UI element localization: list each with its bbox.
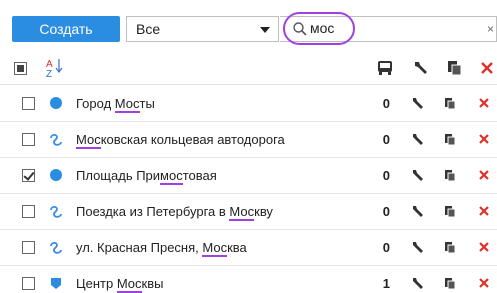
label-suffix: кву [254, 204, 273, 219]
label-prefix: Поездка из Петербурга в [76, 204, 230, 219]
search-match: Мос [202, 240, 228, 257]
list-item-label[interactable]: Город Мосты [76, 96, 155, 113]
label-prefix: Площадь При [76, 168, 161, 183]
edit-wrench-icon[interactable] [410, 167, 426, 183]
create-button[interactable]: Создать [12, 16, 120, 42]
route-icon [48, 239, 64, 255]
filter-select-value: Все [136, 21, 161, 37]
delete-icon[interactable] [476, 167, 492, 183]
delete-icon[interactable] [476, 203, 492, 219]
list-item[interactable]: Поездка из Петербурга в Москву 0 [0, 194, 497, 230]
search-match: Мос [116, 276, 142, 293]
select-all-checkbox[interactable] [14, 62, 27, 75]
list-item-label[interactable]: Поездка из Петербурга в Москву [76, 204, 273, 221]
clear-search-icon[interactable]: × [487, 22, 494, 36]
transport-count: 1 [382, 276, 390, 291]
edit-wrench-icon[interactable] [410, 203, 426, 219]
transport-count: 0 [382, 240, 390, 255]
sort-alpha-icon[interactable]: A Z [44, 56, 66, 78]
label-prefix: Город [76, 96, 115, 111]
label-suffix: ты [139, 96, 155, 111]
copy-icon[interactable] [442, 203, 458, 219]
edit-wrench-icon[interactable] [410, 275, 426, 291]
transport-count: 0 [382, 168, 390, 183]
row-checkbox[interactable] [22, 205, 35, 218]
label-suffix: ковская кольцевая автодорога [100, 132, 285, 147]
edit-wrench-icon[interactable] [410, 95, 426, 111]
row-checkbox[interactable] [22, 133, 35, 146]
search-input-value[interactable]: мос [310, 20, 334, 36]
list-item-label[interactable]: Площадь Примостовая [76, 168, 217, 185]
route-icon [48, 203, 64, 219]
wrench-icon [415, 62, 427, 74]
label-prefix: Центр [76, 276, 117, 291]
copy-icon[interactable] [442, 95, 458, 111]
label-suffix: ква [227, 240, 247, 255]
copy-icon[interactable] [442, 239, 458, 255]
transport-count: 0 [382, 132, 390, 147]
list-item-label[interactable]: Московская кольцевая автодорога [76, 132, 285, 149]
label-suffix: квы [141, 276, 164, 291]
row-checkbox[interactable] [22, 169, 35, 182]
transport-count: 0 [382, 204, 390, 219]
row-checkbox[interactable] [22, 97, 35, 110]
search-match: Мос [76, 132, 101, 149]
list-item[interactable]: Центр Москвы 1 [0, 266, 497, 293]
edit-wrench-icon[interactable] [410, 131, 426, 147]
list-item[interactable]: Город Мосты 0 [0, 86, 497, 122]
svg-text:Z: Z [46, 69, 52, 78]
list-item[interactable]: Площадь Примостовая 0 [0, 158, 497, 194]
transport-icon [378, 61, 392, 75]
transport-count: 0 [382, 96, 390, 111]
list-item-label[interactable]: ул. Красная Пресня, Москва [76, 240, 247, 257]
copy-icon[interactable] [442, 167, 458, 183]
point-icon [48, 167, 64, 183]
search-match: мос [160, 168, 183, 185]
delete-icon[interactable] [476, 275, 492, 291]
copy-icon[interactable] [442, 275, 458, 291]
delete-icon[interactable] [476, 239, 492, 255]
point-icon [48, 95, 64, 111]
route-icon [48, 131, 64, 147]
delete-icon [481, 62, 493, 74]
chevron-down-icon [260, 27, 270, 33]
row-checkbox[interactable] [22, 241, 35, 254]
copy-icon[interactable] [442, 131, 458, 147]
list-item[interactable]: Московская кольцевая автодорога 0 [0, 122, 497, 158]
edit-wrench-icon[interactable] [410, 239, 426, 255]
search-match: Мос [229, 204, 255, 221]
toolbar: Создать Все мос × [0, 0, 497, 50]
search-icon [293, 22, 307, 36]
delete-icon[interactable] [476, 95, 492, 111]
list-item-label[interactable]: Центр Москвы [76, 276, 164, 293]
label-suffix: товая [182, 168, 217, 183]
filter-select[interactable]: Все [126, 16, 279, 42]
copy-icon [448, 61, 462, 76]
area-icon [48, 275, 64, 291]
row-checkbox[interactable] [22, 277, 35, 290]
list-item[interactable]: ул. Красная Пресня, Москва 0 [0, 230, 497, 266]
delete-icon[interactable] [476, 131, 492, 147]
label-prefix: ул. Красная Пресня, [76, 240, 203, 255]
search-match: Мос [114, 96, 140, 113]
